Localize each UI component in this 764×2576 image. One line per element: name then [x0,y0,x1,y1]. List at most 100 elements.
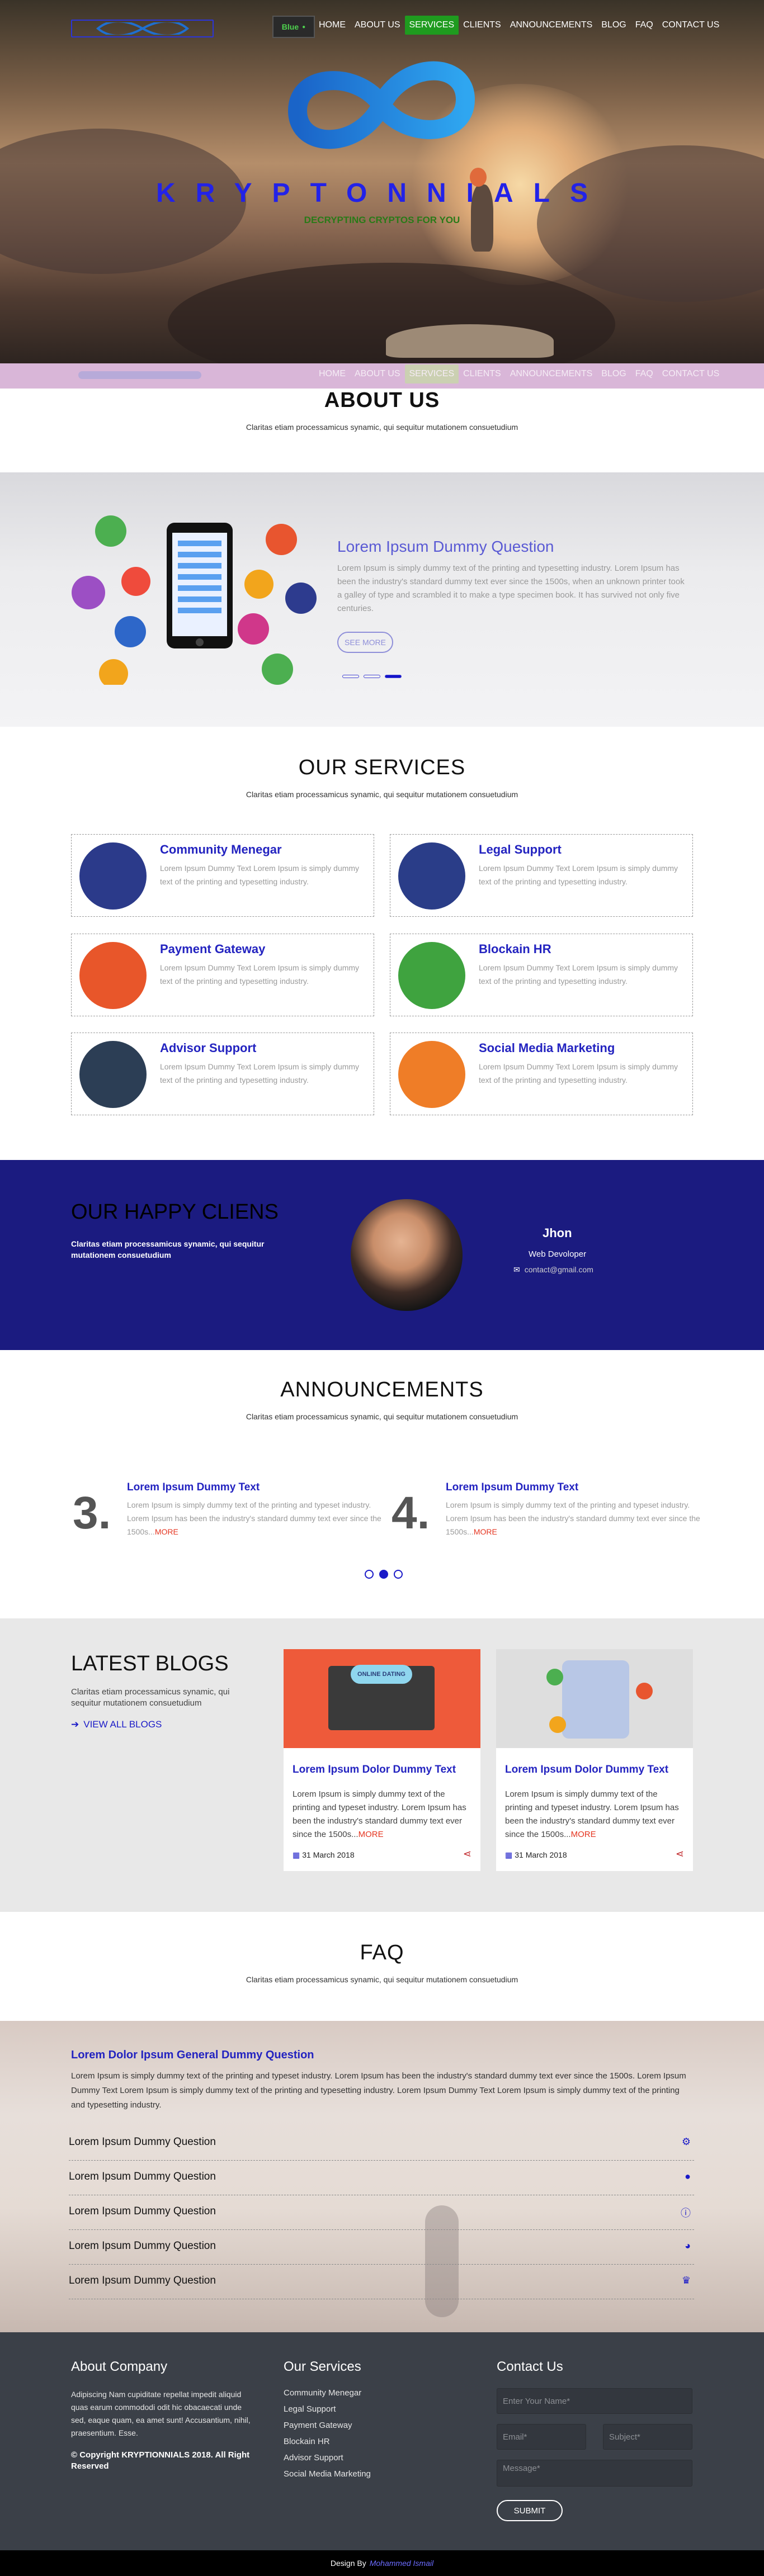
nav-blog[interactable]: BLOG [597,16,630,35]
name-input[interactable]: Enter Your Name* [497,2388,692,2414]
nav-announcements[interactable]: ANNOUNCEMENTS [506,364,597,383]
more-link[interactable]: MORE [474,1527,497,1536]
view-all-blogs-link[interactable]: ➔ VIEW ALL BLOGS [71,1719,162,1730]
faq-item[interactable]: Lorem Ipsum Dummy Question ● [69,2161,694,2195]
carousel-dot-active[interactable] [379,1570,388,1579]
faq-item[interactable]: Lorem Ipsum Dummy Question ⚙ [69,2126,694,2161]
nav-clients[interactable]: CLIENTS [459,16,506,35]
service-text: Lorem Ipsum Dummy Text Lorem Ipsum is si… [160,864,360,886]
announcement-number: 3. [73,1488,111,1538]
shopping-bag-icon [79,942,147,1009]
footer-service-link[interactable]: Blockain HR [284,2437,371,2446]
faq-item[interactable]: Lorem Ipsum Dummy Question ◕ [69,2230,694,2265]
credit-author-link[interactable]: Mohammed Ismail [370,2559,433,2568]
faq-question: Lorem Ipsum Dummy Question [69,2240,216,2252]
nav-home[interactable]: HOME [314,16,350,35]
nav-contact[interactable]: CONTACT US [658,364,724,383]
faq-question: Lorem Ipsum Dummy Question [69,2171,216,2182]
share-icon[interactable]: ⋖ [463,1848,471,1860]
service-card-advisor[interactable]: Advisor Support Lorem Ipsum Dummy Text L… [71,1033,374,1115]
handshake-icon [79,1041,147,1108]
blogs-section: LATEST BLOGS Claritas etiam processamicu… [0,1618,764,1912]
service-card-social[interactable]: Social Media Marketing Lorem Ipsum Dummy… [390,1033,693,1115]
faq-question: Lorem Ipsum Dummy Question [69,2136,216,2148]
nav-clients[interactable]: CLIENTS [459,364,506,383]
blog-title[interactable]: Lorem Ipsum Dolor Dummy Text [293,1764,456,1776]
slider-dot[interactable] [342,675,359,678]
service-card-community[interactable]: Community Menegar Lorem Ipsum Dummy Text… [71,834,374,917]
more-link[interactable]: MORE [359,1830,384,1839]
nav-about[interactable]: ABOUT US [350,364,405,383]
nav-announcements[interactable]: ANNOUNCEMENTS [506,16,597,35]
submit-button[interactable]: SUBMIT [497,2500,563,2521]
announcement-text: Lorem Ipsum is simply dummy text of the … [127,1498,384,1538]
services-subtitle: Claritas etiam processamicus synamic, qu… [246,790,518,799]
info-icon: ⓘ [681,2208,691,2219]
megaphone-icon [398,1041,465,1108]
about-slider: Lorem Ipsum Dummy Question Lorem Ipsum i… [0,472,764,727]
blog-card[interactable]: ONLINE DATING Lorem Ipsum Dolor Dummy Te… [284,1649,480,1871]
blog-title[interactable]: Lorem Ipsum Dolor Dummy Text [505,1764,668,1776]
footer-service-link[interactable]: Community Menegar [284,2388,371,2398]
service-card-legal[interactable]: Legal Support Lorem Ipsum Dummy Text Lor… [390,834,693,917]
service-title: Community Menegar [160,842,282,856]
footer-service-link[interactable]: Advisor Support [284,2453,371,2463]
nav-services[interactable]: SERVICES [404,364,459,383]
main-nav: HOME ABOUT US SERVICES CLIENTS ANNOUNCEM… [314,16,724,35]
share-icon[interactable]: ⋖ [676,1848,684,1860]
faq-open-question[interactable]: Lorem Dolor Ipsum General Dummy Question [71,2049,314,2062]
credit-bar: Design By Mohammed Ismail [0,2550,764,2576]
more-link[interactable]: MORE [571,1830,596,1839]
service-title: Social Media Marketing [479,1041,615,1055]
clients-section: OUR HAPPY CLIENS Claritas etiam processa… [0,1160,764,1350]
subject-input[interactable]: Subject* [603,2424,692,2450]
slider-indicators [342,675,402,678]
announcement-indicators [365,1570,403,1579]
faded-logo [78,371,201,379]
nav-about[interactable]: ABOUT US [350,16,405,35]
announcement-title[interactable]: Lorem Ipsum Dummy Text [446,1481,578,1494]
blog-date: ▦ 31 March 2018 [505,1850,567,1860]
blog-card[interactable]: Lorem Ipsum Dolor Dummy Text Lorem Ipsum… [496,1649,693,1871]
faq-open-answer: Lorem Ipsum is simply dummy text of the … [71,2071,686,2110]
faq-item[interactable]: Lorem Ipsum Dummy Question ⓘ [69,2195,694,2230]
apple-icon: ● [685,2171,691,2182]
announcements-subtitle: Claritas etiam processamicus synamic, qu… [246,1412,518,1421]
service-title: Blockain HR [479,942,551,956]
slider-dot[interactable] [364,675,380,678]
email-input[interactable]: Email* [497,2424,586,2450]
more-link[interactable]: MORE [155,1527,178,1536]
services-section: OUR SERVICES Claritas etiam processamicu… [0,727,764,1160]
calendar-icon: ▦ [293,1850,300,1859]
footer-service-link[interactable]: Payment Gateway [284,2421,371,2430]
service-card-hr[interactable]: Blockain HR Lorem Ipsum Dummy Text Lorem… [390,934,693,1016]
see-more-button[interactable]: SEE MORE [337,632,393,653]
announcements-title: ANNOUNCEMENTS [280,1378,484,1401]
nav-contact[interactable]: CONTACT US [658,16,724,35]
service-card-payment[interactable]: Payment Gateway Lorem Ipsum Dummy Text L… [71,934,374,1016]
arrow-right-icon: ➔ [71,1719,79,1730]
blog-date: ▦ 31 March 2018 [293,1850,355,1860]
blog-image [496,1649,693,1748]
carousel-dot[interactable] [365,1570,374,1579]
carousel-dot[interactable] [394,1570,403,1579]
nav-services[interactable]: SERVICES [404,16,459,35]
footer-service-link[interactable]: Social Media Marketing [284,2469,371,2479]
message-textarea[interactable]: Message* [497,2460,692,2487]
service-title: Advisor Support [160,1041,257,1055]
announcement-title[interactable]: Lorem Ipsum Dummy Text [127,1481,260,1494]
brand-badge: Blue ● [272,16,315,38]
faq-item[interactable]: Lorem Ipsum Dummy Question ♛ [69,2265,694,2299]
nav-faq[interactable]: FAQ [631,16,658,35]
slider-dot-active[interactable] [385,675,402,678]
brand-badge-label: Blue [281,22,299,31]
nav-blog[interactable]: BLOG [597,364,630,383]
footer-service-link[interactable]: Legal Support [284,2404,371,2414]
infinity-hero-logo-icon [288,61,475,149]
calendar-icon: ▦ [505,1850,513,1859]
nav-home[interactable]: HOME [314,364,350,383]
service-title: Legal Support [479,842,562,856]
blog-date-text: 31 March 2018 [515,1850,567,1859]
nav-faq[interactable]: FAQ [631,364,658,383]
site-logo[interactable] [71,20,214,37]
